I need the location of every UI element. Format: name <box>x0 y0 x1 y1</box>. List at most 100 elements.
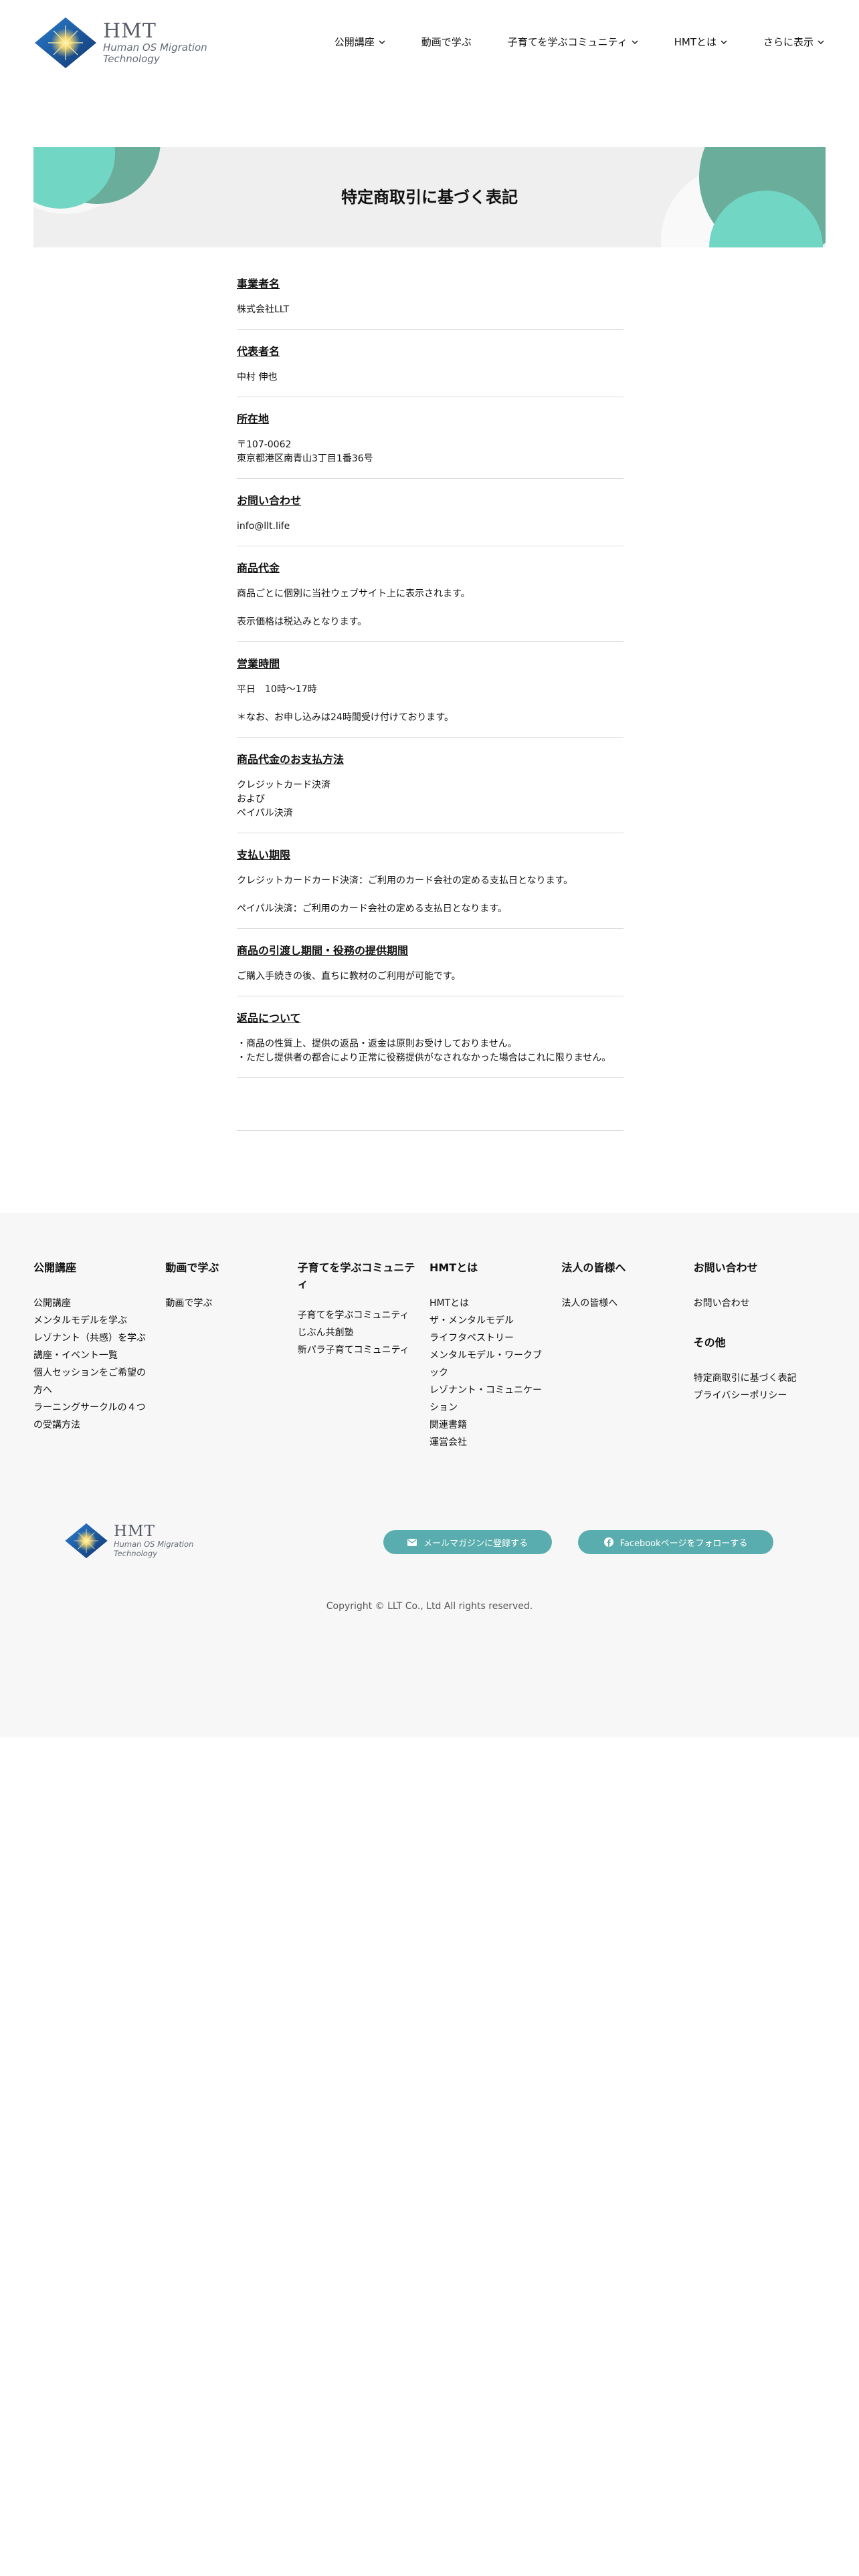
logo-sub-line-2: Technology <box>103 53 160 65</box>
footer-heading-text-cont: ィ <box>297 1277 308 1290</box>
site-logo[interactable]: HMT Human OS Migration Technology <box>33 16 207 70</box>
info-section: 返品について ・商品の性質上、提供の返品・返金は原則お受けしておりません。 ・ただし… <box>237 1008 624 1078</box>
line-spacer <box>237 888 624 902</box>
nav-item-community[interactable]: 子育てを学ぶコミュニティ <box>508 35 638 49</box>
footer-link[interactable]: 特定商取引に基づく表記 <box>694 1370 826 1387</box>
footer-link[interactable]: お問い合わせ <box>694 1295 826 1312</box>
footer-column-heading: 公開講座 <box>33 1260 165 1276</box>
footer-link[interactable]: ライフタペストリー <box>430 1329 561 1347</box>
footer-link[interactable]: じぶん共創塾 <box>298 1324 430 1341</box>
section-text: info@llt.life <box>237 521 290 532</box>
footer-logo-sub-line-2: Technology <box>114 1549 157 1558</box>
copyright-text: Copyright © LLT Co., Ltd All rights rese… <box>326 1601 533 1612</box>
section-text: 中村 伸也 <box>237 372 278 383</box>
section-label: 所在地 <box>237 413 270 425</box>
info-section: 代表者名 中村 伸也 <box>237 342 624 397</box>
footer-link[interactable]: ラーニングサークルの４つ <box>33 1399 165 1416</box>
section-label: お問い合わせ <box>237 494 302 507</box>
section-text: 平日 10時〜17時 <box>237 684 317 695</box>
footer-column: HMTとは HMTとは ザ・メンタルモデル ライフタペストリー メンタルモデル・ワークブ… <box>430 1260 561 1451</box>
footer-link[interactable]: 動画で学ぶ <box>165 1295 297 1312</box>
section-label: 事業者名 <box>237 278 280 290</box>
facebook-follow-button[interactable]: Facebookページをフォローする <box>578 1530 773 1554</box>
footer-column: 子育てを学ぶコミュニティ子育てを学ぶコミュニティ じぶん共創塾 新パラ子育てコミュニ… <box>298 1260 430 1451</box>
main-nav: 公開講座 動画で学ぶ 子育てを学ぶコミュニティ HMTとは さらに表示 <box>298 35 824 49</box>
nav-item-courses[interactable]: 公開講座 <box>335 35 385 49</box>
footer-link[interactable]: ション <box>430 1399 561 1416</box>
footer-link[interactable]: の受講方法 <box>33 1416 165 1434</box>
newsletter-button[interactable]: メールマガジンに登録する <box>383 1530 552 1554</box>
nav-item-label: 動画で学ぶ <box>421 36 472 48</box>
info-section: 営業時間平日 10時〜17時 ＊なお、お申し込みは24時間受け付けております。 <box>237 654 624 738</box>
logo-name: HMT <box>103 19 157 43</box>
footer-logo[interactable]: HMT Human OS Migration Technology <box>64 1522 193 1560</box>
facebook-icon <box>603 1537 613 1547</box>
footer-link[interactable]: ック <box>430 1364 561 1382</box>
nav-item-label: 子育てを学ぶコミュニティ <box>507 36 628 48</box>
info-section: 商品の引渡し期間・役務の提供期間ご購入手続きの後、直ちに教材のご利用が可能です。 <box>237 941 624 996</box>
line-spacer <box>237 601 624 615</box>
section-label: 支払い期限 <box>237 849 291 861</box>
section-text: 東京都港区南青山3丁目1番36号 <box>237 453 373 464</box>
nav-item-more[interactable]: さらに表示 <box>763 35 824 49</box>
chevron-down-icon <box>818 40 824 44</box>
footer-link[interactable]: 方へ <box>33 1382 165 1399</box>
footer-column-heading: HMTとは <box>430 1260 561 1276</box>
footer-heading-text: お問い合わせ <box>693 1261 758 1274</box>
footer-column-heading: お問い合わせ <box>694 1260 826 1276</box>
section-text: 商品ごとに個別に当社ウェブサイト上に表示されます。 <box>237 588 470 599</box>
section-label: 商品の引渡し期間・役務の提供期間 <box>237 944 409 957</box>
section-text: ＊なお、お申し込みは24時間受け付けております。 <box>237 712 454 723</box>
nav-item-about[interactable]: HMTとは <box>674 35 727 49</box>
section-label: 商品代金のお支払方法 <box>237 753 345 766</box>
section-label: 代表者名 <box>237 345 280 358</box>
footer-heading-text: 法人の皆様へ <box>561 1261 626 1274</box>
logo-sub-line-1: Human OS Migration <box>103 41 207 53</box>
footer-link[interactable]: メンタルモデル・ワークブ <box>430 1347 561 1364</box>
line-spacer <box>237 697 624 711</box>
section-text: ・商品の性質上、提供の返品・返金は原則お受けしておりません。 <box>237 1039 517 1049</box>
nav-item-videos[interactable]: 動画で学ぶ <box>421 35 472 49</box>
footer-link[interactable]: 個人セッションをご希望の <box>33 1364 165 1382</box>
section-text: ペイパル決済：ご利用のカード会社の定める支払日となります。 <box>237 903 507 914</box>
info-section: 所在地〒107-0062 東京都港区南青山3丁目1番36号 <box>237 409 624 479</box>
footer-link[interactable]: HMTとは <box>430 1295 561 1312</box>
footer-link[interactable]: 法人の皆様へ <box>561 1295 693 1312</box>
nav-item-label: さらに表示 <box>763 36 814 48</box>
footer-column: 動画で学ぶ 動画で学ぶ <box>165 1260 297 1451</box>
footer-link[interactable]: レゾナント（共感）を学ぶ <box>33 1329 165 1347</box>
footer-link[interactable]: 講座・イベント一覧 <box>33 1347 165 1364</box>
logo-mark-icon <box>35 17 96 68</box>
footer-link[interactable]: 子育てを学ぶコミュニティ <box>298 1307 430 1324</box>
info-section: お問い合わせ info@llt.life <box>237 491 624 546</box>
footer-heading-text: 動画で学ぶ <box>165 1261 219 1274</box>
footer-link[interactable]: 公開講座 <box>33 1295 165 1312</box>
footer-link[interactable]: 関連書籍 <box>430 1416 561 1434</box>
footer-link[interactable]: 新パラ子育てコミュニティ <box>298 1341 430 1359</box>
site-footer: 公開講座 公開講座 メンタルモデルを学ぶ レゾナント（共感）を学ぶ 講座・イベント一覧個… <box>0 1213 859 1737</box>
page-title-banner: 特定商取引に基づく表記 <box>33 147 826 247</box>
footer-column-heading: 子育てを学ぶコミュニティ <box>298 1260 430 1292</box>
facebook-follow-button-label: Facebookページをフォローする <box>619 1538 748 1549</box>
site-header: HMT Human OS Migration Technology 公開講座 動… <box>0 0 859 87</box>
footer-link[interactable]: レゾナント・コミュニケー <box>430 1382 561 1399</box>
footer-heading-text: HMTとは <box>429 1261 478 1274</box>
section-text: 〒107-0062 <box>237 439 292 450</box>
section-text: および <box>237 794 265 804</box>
footer-link[interactable]: ザ・メンタルモデル <box>430 1312 561 1329</box>
logo-mark-icon <box>65 1523 108 1559</box>
footer-link[interactable]: メンタルモデルを学ぶ <box>33 1312 165 1329</box>
footer-logo-wordmark: HMT Human OS Migration Technology <box>114 1523 193 1558</box>
section-label: 営業時間 <box>237 657 280 670</box>
nav-item-label: HMTとは <box>674 36 717 48</box>
footer-link[interactable]: 運営会社 <box>430 1434 561 1451</box>
footer-link[interactable]: プライバシーポリシー <box>694 1387 826 1404</box>
footer-column-heading: 法人の皆様へ <box>561 1260 693 1276</box>
section-label: 返品について <box>237 1012 301 1025</box>
footer-heading-text: 子育てを学ぶコミュニテ <box>297 1261 415 1274</box>
section-text: ご購入手続きの後、直ちに教材のご利用が可能です。 <box>237 971 461 982</box>
section-text: 株式会社LLT <box>237 304 290 315</box>
newsletter-button-label: メールマガジンに登録する <box>423 1538 528 1549</box>
footer-logo-sub-line-1: Human OS Migration <box>114 1539 194 1549</box>
footer-column-heading: 動画で学ぶ <box>165 1260 297 1276</box>
